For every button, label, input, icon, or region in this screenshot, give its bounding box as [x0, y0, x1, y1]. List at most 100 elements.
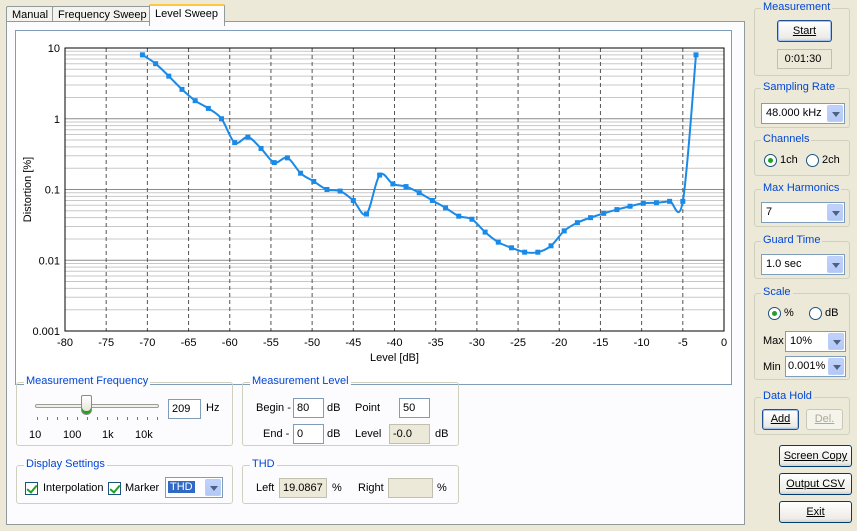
- x-tick-label: -55: [263, 337, 279, 349]
- data-point: [535, 249, 541, 255]
- interpolation-checkbox[interactable]: [25, 482, 38, 495]
- thd-right-unit: %: [437, 482, 447, 494]
- level-unit: dB: [435, 428, 449, 440]
- data-point: [390, 181, 396, 187]
- output-csv-button[interactable]: Output CSV: [779, 473, 852, 495]
- chevron-down-icon[interactable]: [828, 358, 844, 375]
- measurement-group: Measurement Start 0:01:30: [754, 1, 850, 76]
- chevron-down-icon[interactable]: [827, 256, 843, 273]
- measurement-level-title: Measurement Level: [250, 375, 351, 387]
- delete-hold-button[interactable]: Del.: [806, 409, 843, 430]
- freq-scale-10k: 10k: [135, 429, 153, 441]
- max-harmonics-group: Max Harmonics 7: [754, 182, 850, 227]
- data-point: [416, 190, 422, 196]
- slider-tick: [67, 417, 68, 420]
- x-tick-label: -40: [387, 337, 403, 349]
- point-input[interactable]: 50: [399, 398, 430, 418]
- chevron-down-icon[interactable]: [828, 333, 844, 350]
- frequency-slider-track[interactable]: [35, 404, 159, 408]
- data-point: [574, 220, 580, 226]
- max-harmonics-select[interactable]: 7: [761, 202, 845, 223]
- data-point: [192, 98, 198, 104]
- end-level-input[interactable]: 0: [293, 424, 324, 444]
- frequency-unit: Hz: [206, 402, 220, 414]
- chevron-down-icon[interactable]: [827, 204, 843, 221]
- data-point: [469, 216, 475, 222]
- scale-db-label: dB: [825, 307, 839, 319]
- data-point: [324, 187, 330, 192]
- thd-left-unit: %: [332, 482, 342, 494]
- thd-title: THD: [250, 458, 277, 470]
- elapsed-time: 0:01:30: [777, 49, 832, 69]
- guard-time-select[interactable]: 1.0 sec: [761, 254, 845, 275]
- chevron-down-icon[interactable]: [205, 479, 221, 496]
- scale-max-value: 10%: [790, 335, 813, 347]
- add-hold-button[interactable]: Add: [762, 409, 799, 430]
- x-tick-label: -5: [678, 337, 688, 349]
- display-settings-group: Display Settings Interpolation Marker TH…: [16, 458, 233, 504]
- scale-percent-label: %: [784, 307, 794, 319]
- channel-2ch-radio[interactable]: [806, 154, 819, 167]
- x-tick-label: -45: [345, 337, 361, 349]
- y-tick-label: 0.1: [45, 185, 60, 197]
- begin-level-input[interactable]: 80: [293, 398, 324, 418]
- end-label: End -: [263, 428, 290, 440]
- screen-copy-button[interactable]: Screen Copy: [779, 445, 852, 467]
- x-tick-label: -30: [469, 337, 485, 349]
- scale-min-value: 0.001%: [788, 360, 826, 372]
- tab-level-sweep[interactable]: Level Sweep: [149, 4, 225, 26]
- point-label: Point: [355, 402, 381, 414]
- channel-1ch-radio[interactable]: [764, 154, 777, 167]
- x-tick-label: -60: [222, 337, 238, 349]
- data-point: [693, 52, 699, 58]
- scale-db-radio[interactable]: [809, 307, 822, 320]
- marker-checkbox[interactable]: [108, 482, 121, 495]
- slider-tick: [87, 417, 88, 420]
- chevron-down-icon[interactable]: [827, 105, 843, 122]
- x-axis-label: Level [dB]: [370, 352, 419, 364]
- channels-title: Channels: [761, 133, 812, 145]
- data-point: [205, 105, 211, 111]
- data-point: [219, 116, 225, 122]
- guard-time-group: Guard Time 1.0 sec: [754, 234, 850, 279]
- scale-min-select[interactable]: 0.001%: [785, 356, 846, 377]
- slider-tick: [97, 417, 98, 420]
- start-button[interactable]: Start: [777, 20, 832, 42]
- sampling-rate-title: Sampling Rate: [761, 81, 838, 93]
- freq-scale-100: 100: [63, 429, 82, 441]
- frequency-slider-thumb[interactable]: [81, 395, 92, 415]
- slider-tick: [157, 417, 158, 420]
- data-point: [482, 229, 488, 235]
- thd-left-readout: 19.0867: [279, 478, 327, 498]
- data-point: [337, 188, 343, 194]
- scale-max-select[interactable]: 10%: [785, 331, 846, 352]
- data-point: [429, 197, 435, 203]
- sampling-rate-group: Sampling Rate 48.000 kHz: [754, 81, 850, 128]
- data-point: [522, 249, 528, 255]
- data-point: [363, 211, 369, 217]
- x-tick-label: -10: [634, 337, 650, 349]
- data-point: [680, 198, 686, 204]
- marker-type-select[interactable]: THD: [165, 477, 223, 498]
- data-point: [443, 205, 449, 211]
- marker-type-value: THD: [168, 481, 195, 493]
- frequency-input[interactable]: 209: [168, 399, 201, 419]
- thd-left-label: Left: [256, 482, 275, 494]
- data-point: [258, 145, 264, 151]
- data-point: [284, 155, 290, 161]
- guard-time-title: Guard Time: [761, 234, 823, 246]
- x-tick-label: -35: [428, 337, 444, 349]
- exit-button[interactable]: Exit: [779, 501, 852, 523]
- sampling-rate-select[interactable]: 48.000 kHz: [761, 103, 845, 124]
- x-tick-label: -15: [592, 337, 608, 349]
- scale-percent-radio[interactable]: [768, 307, 781, 320]
- data-point: [614, 207, 620, 213]
- x-tick-label: -65: [181, 337, 197, 349]
- slider-tick: [47, 417, 48, 420]
- measurement-title: Measurement: [761, 1, 833, 13]
- data-point: [377, 172, 383, 178]
- interpolation-label: Interpolation: [43, 482, 104, 494]
- data-point: [601, 210, 607, 216]
- measurement-level-group: Measurement Level Begin - 80 dB Point 50…: [242, 375, 459, 446]
- data-point: [667, 198, 673, 204]
